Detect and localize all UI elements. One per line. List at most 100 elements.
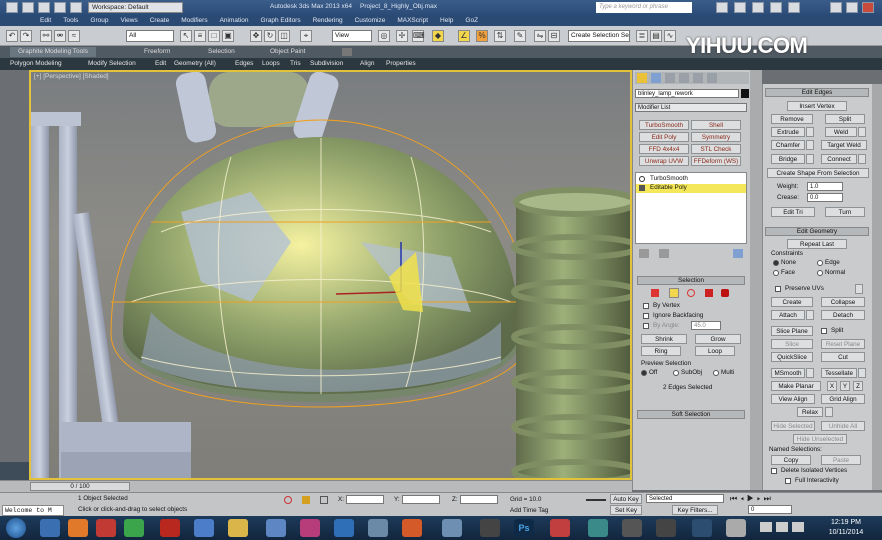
- object-color-swatch[interactable]: [741, 89, 749, 98]
- stl-check-button[interactable]: STL Check: [691, 144, 741, 154]
- tessellate-button[interactable]: Tessellate: [821, 368, 857, 378]
- collapse-button[interactable]: Collapse: [821, 297, 865, 307]
- show-end-result-icon[interactable]: [659, 249, 669, 258]
- bridge-button[interactable]: Bridge: [771, 154, 805, 164]
- remove-button[interactable]: Remove: [771, 114, 813, 124]
- shell-button[interactable]: Shell: [691, 120, 741, 130]
- add-time-tag[interactable]: Add Time Tag: [510, 507, 548, 514]
- border-mode-icon[interactable]: [687, 289, 695, 297]
- edit-tri-button[interactable]: Edit Tri: [771, 207, 815, 217]
- recorder-taskbar-icon[interactable]: [550, 519, 570, 537]
- keyboard-shortcut-icon[interactable]: ⌨: [412, 30, 425, 42]
- edit-poly-button[interactable]: Edit Poly: [639, 132, 689, 142]
- quickslice-button[interactable]: QuickSlice: [771, 352, 813, 362]
- tab-object-paint[interactable]: Object Paint: [270, 48, 305, 55]
- chamfer-button[interactable]: Chamfer: [771, 140, 805, 150]
- crease-input[interactable]: 0.0: [807, 193, 843, 202]
- select-rotate-icon[interactable]: ↻: [264, 30, 276, 42]
- communication-icon[interactable]: [752, 2, 764, 13]
- tab-selection[interactable]: Selection: [208, 48, 235, 55]
- search-input[interactable]: Type a keyword or phrase: [596, 2, 692, 13]
- tool-taskbar-icon[interactable]: [622, 519, 642, 537]
- percent-snap-icon[interactable]: %: [476, 30, 488, 42]
- msmooth-settings-icon[interactable]: [806, 368, 814, 378]
- ffd-button[interactable]: FFD 4x4x4: [639, 144, 689, 154]
- rectangular-selection-icon[interactable]: □: [208, 30, 220, 42]
- by-vertex-checkbox[interactable]: [643, 303, 649, 309]
- 3dsmax-taskbar-icon[interactable]: [588, 519, 608, 537]
- current-frame-input[interactable]: 0: [748, 505, 792, 514]
- open-file-icon[interactable]: [38, 2, 50, 13]
- ring-button[interactable]: Ring: [641, 346, 681, 356]
- extrude-settings-icon[interactable]: [806, 127, 814, 137]
- split-checkbox[interactable]: [821, 328, 827, 334]
- stack-item-turbosmooth[interactable]: TurboSmooth: [636, 175, 746, 184]
- layer-manager-icon[interactable]: ≣: [636, 30, 648, 42]
- utility-taskbar-icon[interactable]: [656, 519, 676, 537]
- stack-item-editable-poly[interactable]: Editable Poly: [636, 184, 746, 193]
- display-tab-icon[interactable]: [693, 73, 703, 83]
- lightbulb-icon[interactable]: [639, 176, 645, 182]
- ribbon-edit[interactable]: Edit: [155, 60, 166, 67]
- favorites-icon[interactable]: [770, 2, 782, 13]
- auto-key-button[interactable]: Auto Key: [610, 494, 642, 504]
- vertex-mode-icon[interactable]: [651, 289, 659, 297]
- extrude-button[interactable]: Extrude: [771, 127, 805, 137]
- selection-rollout-header[interactable]: Selection: [637, 276, 745, 285]
- pin-stack-icon[interactable]: [639, 249, 649, 258]
- by-angle-checkbox[interactable]: [643, 323, 649, 329]
- turbosmooth-button[interactable]: TurboSmooth: [639, 120, 689, 130]
- preserve-uvs-checkbox[interactable]: [775, 286, 781, 292]
- reset-plane-button[interactable]: Reset Plane: [821, 339, 865, 349]
- constraint-edge-radio[interactable]: [817, 260, 823, 266]
- ie-taskbar-icon[interactable]: [40, 519, 60, 537]
- playback-controls[interactable]: ⏮◂▶▸⏭: [730, 494, 870, 504]
- perspective-viewport[interactable]: [+] [Perspective] [Shaded]: [29, 70, 632, 480]
- clock-time[interactable]: 12:19 PM: [822, 519, 870, 526]
- copy-button[interactable]: Copy: [771, 455, 811, 465]
- folder-taskbar-icon[interactable]: [266, 519, 286, 537]
- weight-input[interactable]: 1.0: [807, 182, 843, 191]
- configure-sets-icon[interactable]: [733, 249, 743, 258]
- y-coord-input[interactable]: [402, 495, 440, 504]
- delete-isolated-checkbox[interactable]: [771, 468, 777, 474]
- expand-icon[interactable]: [639, 185, 645, 191]
- spinner-snap-icon[interactable]: ⇅: [494, 30, 506, 42]
- constraint-normal-radio[interactable]: [817, 270, 823, 276]
- chrome-taskbar-icon[interactable]: [124, 519, 144, 537]
- ribbon-align[interactable]: Align: [360, 60, 374, 67]
- menu-item-group[interactable]: Group: [90, 17, 108, 24]
- window-crossing-icon[interactable]: ▣: [222, 30, 234, 42]
- hide-unselected-button[interactable]: Hide Unselected: [793, 434, 847, 444]
- preview-multi-radio[interactable]: [713, 370, 719, 376]
- hierarchy-tab-icon[interactable]: [665, 73, 675, 83]
- menu-item-customize[interactable]: Customize: [355, 17, 386, 24]
- flag-tray-icon[interactable]: [792, 522, 804, 532]
- unhide-all-button[interactable]: Unhide All: [821, 421, 865, 431]
- edit-geometry-header[interactable]: Edit Geometry: [765, 227, 869, 236]
- x-coord-input[interactable]: [346, 495, 384, 504]
- ffdeform-button[interactable]: FFDeform (WS): [691, 156, 741, 166]
- opera-taskbar-icon[interactable]: [96, 519, 116, 537]
- word-taskbar-icon[interactable]: [368, 519, 388, 537]
- menu-item-animation[interactable]: Animation: [220, 17, 249, 24]
- create-button[interactable]: Create: [771, 297, 813, 307]
- new-file-icon[interactable]: [22, 2, 34, 13]
- modify-tab-icon[interactable]: [651, 73, 661, 83]
- search-icon[interactable]: [716, 2, 728, 13]
- make-planar-button[interactable]: Make Planar: [771, 381, 821, 391]
- menu-item-graph-editors[interactable]: Graph Editors: [261, 17, 301, 24]
- unlink-icon[interactable]: ⚮: [54, 30, 66, 42]
- key-mode-dropdown[interactable]: Selected: [646, 494, 724, 503]
- insert-vertex-button[interactable]: Insert Vertex: [787, 101, 847, 111]
- connect-button[interactable]: Connect: [821, 154, 857, 164]
- photoshop-taskbar-icon[interactable]: Ps: [514, 519, 534, 537]
- tessellate-settings-icon[interactable]: [858, 368, 866, 378]
- constraint-none-radio[interactable]: [773, 260, 779, 266]
- view-align-button[interactable]: View Align: [771, 394, 815, 404]
- select-move-icon[interactable]: ✥: [250, 30, 262, 42]
- explorer-taskbar-icon[interactable]: [228, 519, 248, 537]
- detach-button[interactable]: Detach: [821, 310, 865, 320]
- relax-button[interactable]: Relax: [797, 407, 823, 417]
- preview-subobj-radio[interactable]: [673, 370, 679, 376]
